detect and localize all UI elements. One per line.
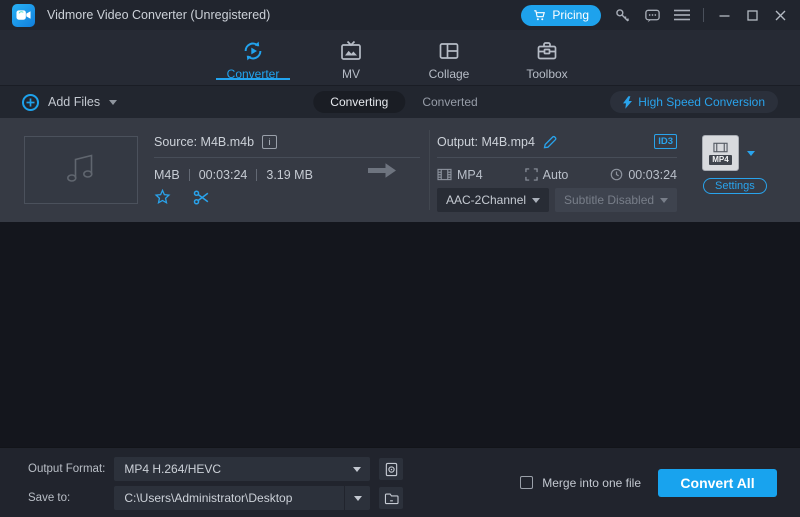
lightning-icon xyxy=(623,96,632,109)
merge-into-one-file-option[interactable]: Merge into one file xyxy=(520,476,641,490)
output-filename: Output: M4B.mp4 xyxy=(437,135,535,149)
high-speed-conversion-button[interactable]: High Speed Conversion xyxy=(610,91,778,113)
app-logo-icon xyxy=(12,4,35,27)
cut-scissors-icon[interactable] xyxy=(193,189,210,206)
divider xyxy=(437,157,677,158)
convert-all-button[interactable]: Convert All xyxy=(658,469,777,497)
format-settings-button[interactable] xyxy=(379,458,403,480)
tab-collage-label: Collage xyxy=(429,67,470,81)
pricing-label: Pricing xyxy=(552,8,589,22)
file-row: Source: M4B.m4b i M4B 00:03:24 3.19 MB xyxy=(0,118,800,222)
profile-caret-icon[interactable] xyxy=(747,151,755,156)
app-window: Vidmore Video Converter (Unregistered) P… xyxy=(0,0,800,517)
add-files-label: Add Files xyxy=(48,95,100,109)
add-files-caret-icon[interactable] xyxy=(109,100,117,105)
convert-arrow-icon xyxy=(367,162,397,184)
audio-track-select[interactable]: AAC-2Channel xyxy=(437,188,549,212)
high-speed-label: High Speed Conversion xyxy=(638,95,765,109)
feedback-icon[interactable] xyxy=(644,7,661,24)
source-size: 3.19 MB xyxy=(266,168,313,182)
save-to-label: Save to: xyxy=(28,492,105,504)
source-format: M4B xyxy=(154,168,180,182)
save-to-path: C:\Users\Administrator\Desktop xyxy=(124,491,344,505)
clock-icon xyxy=(610,168,623,181)
tab-converted[interactable]: Converted xyxy=(413,95,486,109)
main-nav: Converter MV Collage Toolbox xyxy=(0,30,800,86)
pricing-button[interactable]: Pricing xyxy=(521,5,601,26)
chevron-down-icon xyxy=(660,198,668,203)
output-format-value: MP4 xyxy=(457,168,483,182)
register-key-icon[interactable] xyxy=(614,7,631,24)
output-format-dropdown-value: MP4 H.264/HEVC xyxy=(124,462,344,476)
mv-icon xyxy=(339,39,363,63)
column-divider xyxy=(429,130,430,210)
output-profile-icon[interactable]: MP4 xyxy=(702,135,739,171)
active-tab-indicator xyxy=(216,78,290,80)
id3-badge[interactable]: ID3 xyxy=(654,134,677,149)
toolbox-icon xyxy=(535,39,559,63)
merge-label: Merge into one file xyxy=(542,476,641,490)
tab-converting[interactable]: Converting xyxy=(313,91,405,113)
output-section: Output: M4B.mp4 ID3 MP4 A xyxy=(437,131,677,212)
titlebar-separator xyxy=(703,8,704,22)
profile-format-badge: MP4 xyxy=(709,155,731,165)
titlebar: Vidmore Video Converter (Unregistered) P… xyxy=(0,0,800,30)
file-thumbnail[interactable] xyxy=(24,136,138,204)
add-files-button[interactable]: Add Files xyxy=(22,94,117,111)
meta-separator xyxy=(189,169,190,181)
music-note-icon xyxy=(60,148,102,193)
cart-icon xyxy=(533,9,546,22)
rename-pencil-icon[interactable] xyxy=(543,135,557,149)
close-button[interactable] xyxy=(773,10,788,21)
output-resolution: Auto xyxy=(543,168,569,182)
tab-toolbox[interactable]: Toolbox xyxy=(504,30,590,85)
divider xyxy=(154,157,420,158)
profile-settings: MP4 Settings xyxy=(702,135,788,194)
meta-separator xyxy=(256,169,257,181)
converter-icon xyxy=(241,39,265,63)
menu-icon[interactable] xyxy=(674,9,690,21)
tab-collage[interactable]: Collage xyxy=(406,30,492,85)
tab-toolbox-label: Toolbox xyxy=(526,67,567,81)
effect-star-icon[interactable] xyxy=(154,189,171,206)
source-duration: 00:03:24 xyxy=(199,168,248,182)
info-icon[interactable]: i xyxy=(262,135,277,149)
file-list-empty-area xyxy=(0,222,800,447)
window-title: Vidmore Video Converter (Unregistered) xyxy=(47,8,270,22)
chevron-down-icon xyxy=(344,457,370,481)
toolbar: Add Files Converting Converted High Spee… xyxy=(0,86,800,118)
tab-mv-label: MV xyxy=(342,67,360,81)
chevron-down-icon xyxy=(344,486,370,510)
save-to-dropdown[interactable]: C:\Users\Administrator\Desktop xyxy=(114,486,370,510)
settings-button[interactable]: Settings xyxy=(703,178,767,194)
minimize-button[interactable] xyxy=(717,10,732,21)
footer-bar: Output Format: MP4 H.264/HEVC Save to: C… xyxy=(0,447,800,517)
subtitle-value: Subtitle Disabled xyxy=(564,193,654,207)
source-filename: Source: M4B.m4b xyxy=(154,135,254,149)
output-format-dropdown[interactable]: MP4 H.264/HEVC xyxy=(114,457,370,481)
resolution-icon xyxy=(525,168,538,181)
open-folder-button[interactable] xyxy=(379,487,403,509)
tab-mv[interactable]: MV xyxy=(308,30,394,85)
add-icon xyxy=(22,94,39,111)
collage-icon xyxy=(437,39,461,63)
audio-track-value: AAC-2Channel xyxy=(446,193,526,207)
film-icon xyxy=(437,168,452,181)
subtitle-select[interactable]: Subtitle Disabled xyxy=(555,188,677,212)
output-format-label: Output Format: xyxy=(28,463,105,475)
merge-checkbox[interactable] xyxy=(520,476,533,489)
tab-converter[interactable]: Converter xyxy=(210,30,296,85)
maximize-button[interactable] xyxy=(745,10,760,21)
chevron-down-icon xyxy=(532,198,540,203)
output-duration: 00:03:24 xyxy=(628,168,677,182)
